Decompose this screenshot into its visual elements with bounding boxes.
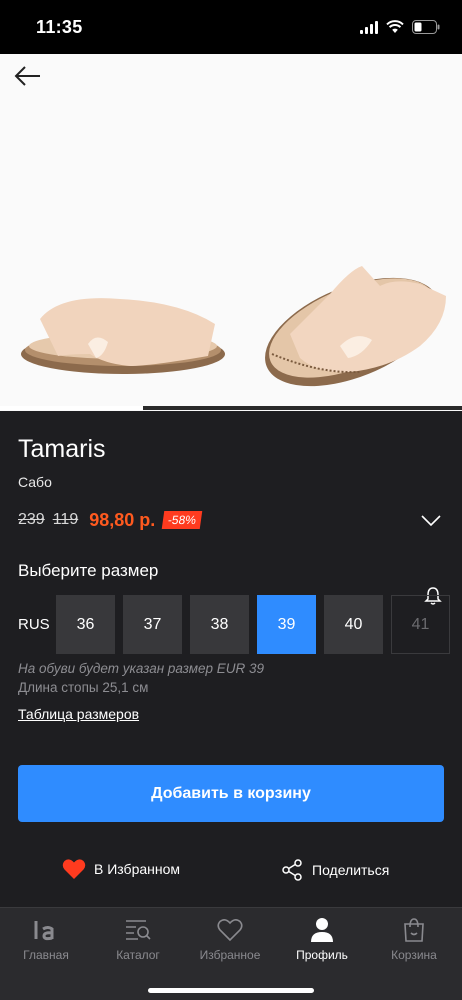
wifi-icon (386, 20, 404, 33)
bottom-tab-bar: Главная Каталог Избранное Профиль Корзин… (0, 907, 462, 1000)
tab-label: Каталог (116, 948, 160, 962)
photo-carousel-progress (0, 406, 462, 410)
sandals-image (21, 266, 446, 387)
home-indicator (148, 988, 314, 993)
heart-filled-icon (62, 859, 86, 879)
status-bar: 11:35 (0, 0, 462, 54)
status-icons (360, 18, 440, 36)
chevron-down-icon[interactable] (420, 514, 442, 528)
eur-size-note: На обуви будет указан размер EUR 39 (18, 661, 265, 676)
share-button[interactable]: Поделиться (280, 858, 389, 882)
profile-icon (310, 916, 334, 944)
share-label: Поделиться (312, 862, 390, 878)
heart-outline-icon (217, 916, 243, 944)
tab-label: Профиль (296, 948, 348, 962)
favorite-label: В Избранном (94, 861, 181, 877)
catalog-search-icon (124, 916, 152, 944)
price-row: 239 119 98,80 р. -58% (18, 509, 203, 531)
tab-label: Избранное (199, 948, 261, 962)
size-system-label: RUS (18, 616, 50, 633)
battery-icon (412, 20, 440, 34)
size-option[interactable]: 40 (324, 595, 383, 654)
size-option[interactable]: 36 (56, 595, 115, 654)
tab-profile[interactable]: Профиль (276, 916, 368, 962)
product-details: Tamaris Сабо 239 119 98,80 р. -58% Выбер… (0, 411, 462, 907)
size-option[interactable]: 39 (257, 595, 316, 654)
tab-label: Корзина (391, 948, 437, 962)
old-price-previous: 119 (52, 511, 79, 528)
discount-badge: -58% (162, 511, 203, 529)
tab-catalog[interactable]: Каталог (92, 916, 184, 962)
favorite-button[interactable]: В Избранном (62, 858, 180, 880)
tab-home[interactable]: Главная (0, 916, 92, 962)
tab-favorites[interactable]: Избранное (184, 916, 276, 962)
size-selector: 36 37 38 39 40 41 (56, 595, 450, 654)
add-to-cart-button[interactable]: Добавить в корзину (18, 765, 444, 822)
size-option[interactable]: 38 (190, 595, 249, 654)
product-category: Сабо (18, 474, 52, 490)
share-icon (282, 859, 302, 881)
size-table-link[interactable]: Таблица размеров (18, 706, 139, 722)
tab-label: Главная (23, 948, 69, 962)
product-brand: Tamaris (18, 435, 106, 463)
cellular-signal-icon (360, 20, 378, 34)
size-option[interactable]: 37 (123, 595, 182, 654)
foot-length: Длина стопы 25,1 см (18, 680, 149, 695)
lamoda-logo-icon (33, 916, 59, 944)
tab-cart[interactable]: Корзина (368, 916, 460, 962)
size-option[interactable]: 41 (391, 595, 450, 654)
size-section-title: Выберите размер (18, 561, 159, 580)
shopping-bag-icon (402, 916, 426, 944)
current-price: 98,80 р. (89, 509, 156, 530)
product-photo[interactable] (0, 54, 462, 411)
status-time: 11:35 (36, 17, 83, 37)
photo-progress-fill (0, 406, 144, 410)
old-price-original: 239 (18, 511, 45, 528)
